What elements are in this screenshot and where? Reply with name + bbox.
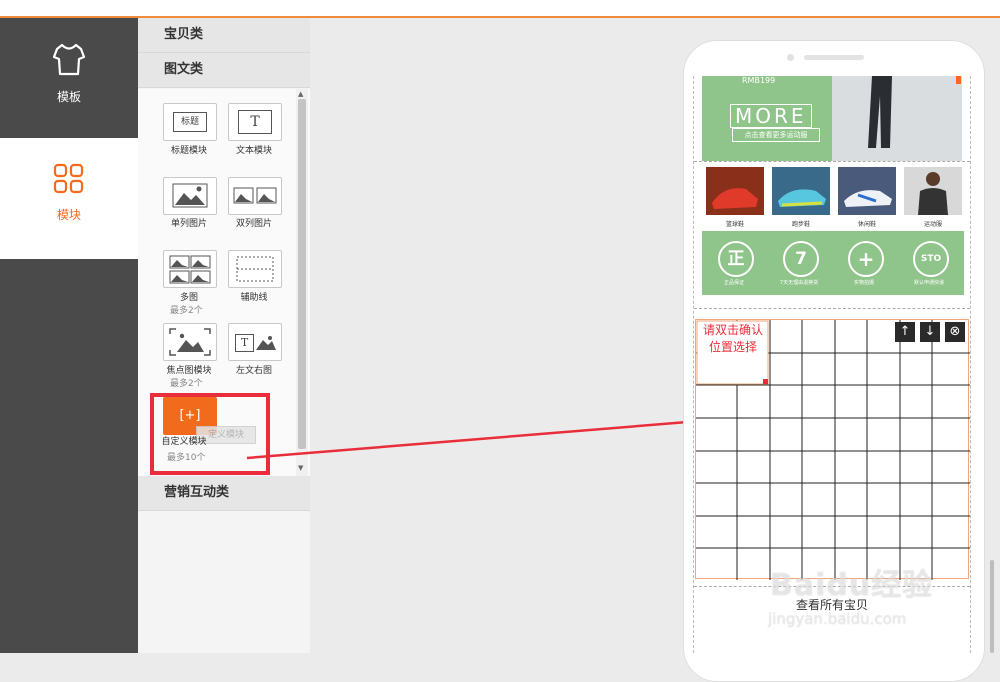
service-badges-banner: 正 7 + STO 正品保证 7天无理由退换货 实物拍摄 默认申通快递 <box>702 231 964 295</box>
more-sub: 点击查看更多运动服 <box>732 128 820 142</box>
badge-icon-express: STO <box>913 241 949 277</box>
camera-dot <box>787 54 794 61</box>
custom-module-grid[interactable]: 请双击确认位置选择 ↑ ↓ ⊗ <box>695 319 970 580</box>
divider <box>694 308 970 311</box>
badge-icon-genuine: 正 <box>718 241 754 277</box>
pants-product[interactable] <box>832 76 962 161</box>
badge-icon-photo: + <box>848 241 884 277</box>
grid-lines <box>696 320 970 580</box>
sportswear-image[interactable] <box>904 167 962 215</box>
cat-label-1: 跑步鞋 <box>791 221 810 228</box>
more-title: MORE <box>730 104 812 128</box>
watermark-url: jingyan.baidu.com <box>768 610 907 628</box>
cat-label-2: 休闲鞋 <box>857 221 876 228</box>
page-scrollbar[interactable] <box>990 560 994 653</box>
more-banner[interactable]: RMB199 MORE 点击查看更多运动服 <box>702 76 832 161</box>
cat-label-0: 篮球鞋 <box>725 221 744 228</box>
delete-close-icon[interactable]: ⊗ <box>945 322 965 342</box>
price-label: RMB199 <box>742 76 776 85</box>
badge-icon-return: 7 <box>783 241 819 277</box>
grid-hint-text: 请双击确认位置选择 <box>702 323 763 354</box>
badge-text-1: 7天无理由退换货 <box>779 280 819 286</box>
pants-image <box>868 76 961 148</box>
running-shoe-image[interactable] <box>772 167 830 215</box>
watermark-brand: Baidu经验 <box>770 568 934 603</box>
badge-text-2: 实物拍摄 <box>853 280 874 286</box>
cat-label-3: 运动服 <box>923 221 942 228</box>
move-up-icon[interactable]: ↑ <box>895 322 915 342</box>
casual-shoe-image[interactable] <box>838 167 896 215</box>
badge-text-0: 正品保证 <box>723 280 744 286</box>
badge-text-3: 默认申通快递 <box>913 280 944 286</box>
move-down-icon[interactable]: ↓ <box>920 322 940 342</box>
phone-speaker <box>804 55 864 60</box>
basketball-shoe-image[interactable] <box>706 167 764 215</box>
